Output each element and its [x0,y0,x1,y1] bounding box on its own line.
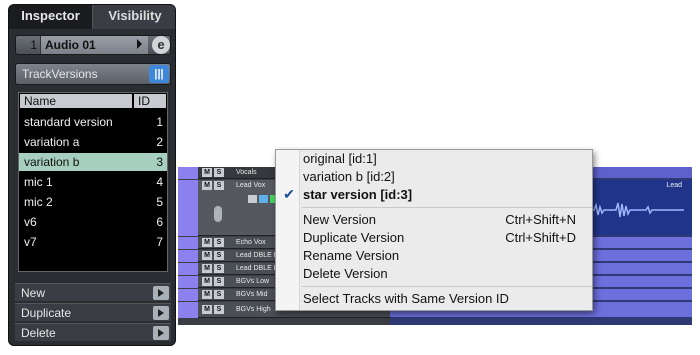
inspector-panel: Inspector Visibility 1 Audio 01 e TrackV… [8,4,176,346]
mute-button[interactable]: M [202,251,212,260]
mute-button[interactable]: M [202,277,212,286]
version-row[interactable]: standard version 1 [19,113,167,131]
version-name: v7 [24,235,37,249]
version-id: 5 [156,195,163,209]
mute-button[interactable]: M [202,305,212,314]
track-version-context-menu: ✔ original [id:1] variation b [id:2] sta… [275,149,593,311]
track-color-strip[interactable] [178,289,198,301]
menu-item-version[interactable]: original [id:1] [303,150,377,168]
duplicate-version-label: Duplicate [21,306,72,320]
track-name: Lead DBLE L [236,252,278,259]
solo-button[interactable]: S [214,290,224,299]
channel-edit-icon[interactable] [248,195,257,203]
track-versions-icon[interactable]: ||| [149,65,169,83]
version-id: 2 [156,135,163,149]
checkmark-icon: ✔ [283,186,295,202]
track-name: BGVs Low [236,278,270,285]
menu-item-delete-version[interactable]: Delete Version [303,265,388,283]
version-id: 6 [156,215,163,229]
mute-button[interactable]: M [202,168,212,177]
microphone-icon [214,206,222,222]
delete-version-button[interactable]: Delete [15,323,171,341]
track-name: Vocals [236,169,257,176]
track-name: Lead Vox [236,182,266,189]
menu-separator [302,207,592,208]
menu-item-rename-version[interactable]: Rename Version [303,247,399,265]
mute-button[interactable]: M [202,238,212,247]
track-color-strip[interactable] [178,276,198,288]
version-id: 1 [156,115,163,129]
track-name-label: Audio 01 [45,38,96,52]
shortcut-new-version: Ctrl+Shift+N [505,212,576,227]
menu-icon-strip [276,150,300,310]
version-name: mic 2 [24,195,53,209]
waveform-icon [586,202,684,218]
version-row[interactable]: v6 6 [19,213,167,231]
track-versions-header[interactable]: TrackVersions ||| [15,63,171,85]
menu-item-version[interactable]: variation b [id:2] [303,168,395,186]
menu-item-version-active[interactable]: star version [id:3] [303,186,412,204]
inspector-tabs: Inspector Visibility [9,5,175,29]
version-row[interactable]: variation a 2 [19,133,167,151]
versions-table-header: Name ID [19,93,167,109]
version-id: 3 [156,155,163,169]
version-row[interactable]: v7 7 [19,233,167,251]
tab-visibility[interactable]: Visibility [93,5,175,29]
track-name[interactable]: Audio 01 [40,36,148,54]
track-name: Lead DBLE R [236,265,279,272]
play-arrow-icon[interactable] [153,326,169,340]
version-name: variation b [24,155,80,169]
menu-item-new-version[interactable]: New Version [303,211,376,229]
shortcut-duplicate-version: Ctrl+Shift+D [505,230,576,245]
track-name: Echo Vox [236,239,266,246]
track-versions-label: TrackVersions [22,67,98,81]
menu-separator [302,286,592,287]
play-arrow-icon[interactable] [153,306,169,320]
solo-button[interactable]: S [214,238,224,247]
version-id: 4 [156,175,163,189]
track-selector[interactable]: 1 Audio 01 e [15,35,171,55]
track-color-strip[interactable] [178,302,198,318]
edit-channel-icon[interactable]: e [152,36,170,54]
lane-icon[interactable] [259,195,268,203]
version-row[interactable]: mic 2 5 [19,193,167,211]
solo-button[interactable]: S [214,168,224,177]
duplicate-version-button[interactable]: Duplicate [15,303,171,321]
tab-inspector[interactable]: Inspector [9,5,93,29]
track-color-strip[interactable] [178,237,198,249]
track-color-strip[interactable] [178,250,198,262]
chevron-right-icon [137,39,142,49]
track-name: BGVs High [236,306,271,313]
track-name: BGVs Mid [236,291,268,298]
menu-item-select-same-version[interactable]: Select Tracks with Same Version ID [303,290,509,308]
play-arrow-icon[interactable] [153,286,169,300]
version-id: 7 [156,235,163,249]
event-label: Lead [666,182,682,189]
track-color-strip[interactable] [178,180,198,236]
versions-table: Name ID standard version 1 variation a 2… [18,92,168,272]
column-header-name[interactable]: Name [20,94,132,108]
version-name: mic 1 [24,175,53,189]
new-version-label: New [21,286,46,300]
mute-button[interactable]: M [202,181,212,190]
menu-item-duplicate-version[interactable]: Duplicate Version [303,229,404,247]
version-row[interactable]: mic 1 4 [19,173,167,191]
solo-button[interactable]: S [214,305,224,314]
folder-icon[interactable] [178,167,198,179]
new-version-button[interactable]: New [15,283,171,301]
version-name: variation a [24,135,80,149]
solo-button[interactable]: S [214,251,224,260]
track-color-strip[interactable] [178,263,198,275]
mute-button[interactable]: M [202,290,212,299]
solo-button[interactable]: S [214,181,224,190]
version-name: standard version [24,115,113,129]
track-number: 1 [30,38,37,52]
mute-button[interactable]: M [202,264,212,273]
delete-version-label: Delete [21,326,56,340]
column-header-id[interactable]: ID [134,94,166,108]
solo-button[interactable]: S [214,264,224,273]
solo-button[interactable]: S [214,277,224,286]
version-row-selected[interactable]: variation b 3 [19,153,167,171]
version-name: v6 [24,215,37,229]
